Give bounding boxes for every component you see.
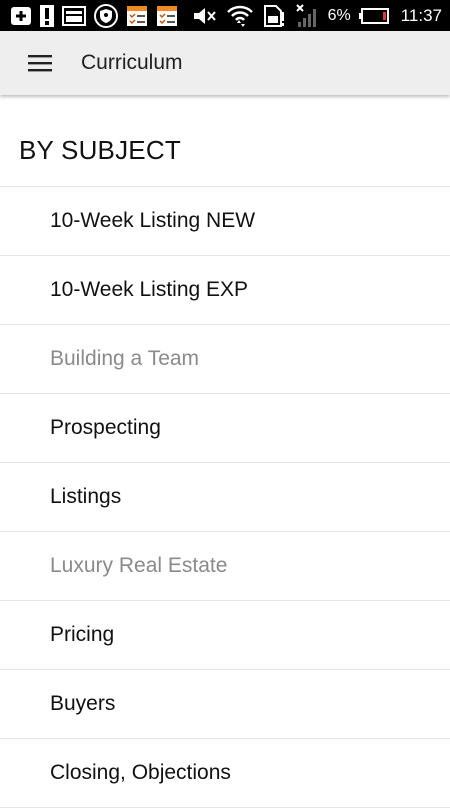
signal-icon bbox=[294, 3, 320, 29]
system-icons: 6% 11:37 bbox=[192, 3, 442, 29]
list-item-10-week-listing-new[interactable]: 10-Week Listing NEW bbox=[0, 187, 450, 256]
list-item-luxury-real-estate[interactable]: Luxury Real Estate bbox=[0, 532, 450, 601]
list-item-label: Buyers bbox=[50, 692, 116, 715]
list-item-listings[interactable]: Listings bbox=[0, 463, 450, 532]
menu-icon bbox=[28, 55, 52, 72]
list-item-label: Luxury Real Estate bbox=[50, 554, 228, 577]
menu-button[interactable] bbox=[20, 43, 60, 83]
page-title: Curriculum bbox=[81, 51, 183, 74]
clock: 11:37 bbox=[400, 5, 442, 25]
alert-icon bbox=[40, 4, 54, 27]
app-bar: Curriculum bbox=[0, 31, 450, 95]
list-item-label: Pricing bbox=[50, 623, 115, 646]
list-item-label: Listings bbox=[50, 485, 122, 508]
curriculum-list-container: BY SUBJECT 10-Week Listing NEW 10-Week L… bbox=[0, 95, 450, 808]
checklist-icon bbox=[126, 5, 148, 27]
list-item-buyers[interactable]: Buyers bbox=[0, 670, 450, 739]
sim-icon bbox=[262, 4, 286, 28]
list-item-10-week-listing-exp[interactable]: 10-Week Listing EXP bbox=[0, 256, 450, 325]
section-header: BY SUBJECT bbox=[0, 95, 450, 187]
list-item-label: Closing, Objections bbox=[50, 761, 231, 784]
mute-icon bbox=[192, 5, 218, 27]
checklist-icon bbox=[156, 5, 178, 27]
list-item-label: Prospecting bbox=[50, 416, 161, 439]
shield-icon bbox=[94, 3, 118, 28]
battery-percent: 6% bbox=[327, 6, 351, 24]
list-item-label: 10-Week Listing NEW bbox=[50, 209, 256, 232]
list-item-prospecting[interactable]: Prospecting bbox=[0, 394, 450, 463]
list-item-closing-objections[interactable]: Closing, Objections bbox=[0, 739, 450, 808]
battery-icon bbox=[358, 7, 389, 24]
list-item-pricing[interactable]: Pricing bbox=[0, 601, 450, 670]
screen-icon bbox=[62, 5, 86, 26]
list-item-label: Building a Team bbox=[50, 347, 200, 370]
wifi-icon bbox=[226, 4, 254, 28]
list-item-label: 10-Week Listing EXP bbox=[50, 278, 249, 301]
notification-icons bbox=[10, 3, 178, 28]
add-icon bbox=[10, 6, 32, 26]
list-item-building-a-team[interactable]: Building a Team bbox=[0, 325, 450, 394]
status-bar: 6% 11:37 bbox=[0, 0, 450, 31]
